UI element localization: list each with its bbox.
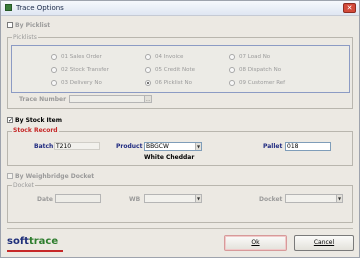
picklist-label-03: 03 Delivery No bbox=[61, 80, 102, 86]
trace-number-input[interactable] bbox=[69, 95, 145, 103]
logo-trace-text: trace bbox=[28, 236, 59, 247]
stock-record-group-title: Stock Record bbox=[12, 127, 59, 134]
picklist-label-01: 01 Sales Order bbox=[61, 54, 102, 60]
picklist-label-06: 06 Picklist No bbox=[155, 80, 192, 86]
docket-label: Docket bbox=[259, 196, 283, 203]
close-icon: ✕ bbox=[346, 4, 353, 12]
batch-label: Batch bbox=[34, 143, 54, 150]
ellipsis-icon: … bbox=[144, 96, 151, 102]
by-stock-item-label: By Stock Item bbox=[15, 117, 62, 124]
date-input[interactable] bbox=[55, 194, 101, 203]
product-label: Product bbox=[116, 143, 143, 150]
picklist-radio-09[interactable] bbox=[229, 80, 235, 86]
logo-soft-text: soft bbox=[7, 236, 29, 247]
chevron-down-icon: ▼ bbox=[195, 143, 201, 150]
picklist-label-02: 02 Stock Transfer bbox=[61, 67, 109, 73]
docket-group-title: Docket bbox=[12, 182, 35, 189]
cancel-button[interactable]: Cancel bbox=[294, 235, 354, 251]
picklist-label-05: 05 Credit Note bbox=[155, 67, 196, 73]
picklist-radio-03[interactable] bbox=[51, 80, 57, 86]
ok-button[interactable]: Ok bbox=[224, 235, 287, 251]
trace-options-window: Trace Options ✕ By Picklist Picklists 01… bbox=[0, 0, 360, 258]
picklist-label-08: 08 Dispatch No bbox=[239, 67, 282, 73]
picklist-options-panel: 01 Sales Order 04 Invoice 07 Load No 02 … bbox=[11, 45, 350, 93]
checkmark-icon: ✓ bbox=[8, 117, 14, 124]
by-picklist-label: By Picklist bbox=[15, 22, 51, 29]
product-description: White Cheddar bbox=[144, 154, 195, 161]
footer-separator bbox=[7, 228, 353, 229]
by-weighbridge-docket-checkbox[interactable] bbox=[7, 173, 13, 179]
by-stock-item-checkbox[interactable]: ✓ bbox=[7, 117, 14, 124]
pallet-label: Pallet bbox=[263, 143, 283, 150]
picklist-radio-01[interactable] bbox=[51, 54, 57, 60]
chevron-down-icon: ▼ bbox=[195, 195, 201, 202]
picklist-radio-05[interactable] bbox=[145, 67, 151, 73]
picklist-label-09: 09 Customer Ref bbox=[239, 80, 286, 86]
picklist-label-07: 07 Load No bbox=[239, 54, 271, 60]
trace-number-lookup-button[interactable]: … bbox=[144, 95, 152, 103]
wb-dropdown[interactable]: ▼ bbox=[144, 194, 202, 203]
by-picklist-checkbox[interactable] bbox=[7, 22, 13, 28]
close-button[interactable]: ✕ bbox=[343, 3, 356, 13]
trace-number-label: Trace Number bbox=[19, 96, 67, 103]
picklists-group-title: Picklists bbox=[12, 34, 38, 41]
picklist-radio-07[interactable] bbox=[229, 54, 235, 60]
picklist-label-04: 04 Invoice bbox=[155, 54, 184, 60]
product-value: BBGCW bbox=[146, 143, 169, 150]
softtrace-logo: softtrace bbox=[7, 236, 58, 247]
picklist-radio-08[interactable] bbox=[229, 67, 235, 73]
by-weighbridge-docket-label: By Weighbridge Docket bbox=[15, 173, 95, 180]
wb-label: WB bbox=[129, 196, 141, 203]
pallet-input[interactable]: 018 bbox=[285, 142, 331, 151]
window-title: Trace Options bbox=[16, 4, 64, 12]
date-label: Date bbox=[37, 196, 53, 203]
chevron-down-icon: ▼ bbox=[336, 195, 342, 202]
picklist-radio-06[interactable] bbox=[145, 80, 151, 86]
ok-button-label: Ok bbox=[251, 239, 260, 246]
logo-underline bbox=[7, 250, 63, 252]
app-icon bbox=[5, 4, 12, 11]
batch-input[interactable]: T210 bbox=[54, 142, 100, 150]
picklist-radio-02[interactable] bbox=[51, 67, 57, 73]
title-bar: Trace Options ✕ bbox=[1, 1, 359, 16]
cancel-button-label: Cancel bbox=[313, 239, 335, 246]
picklist-radio-04[interactable] bbox=[145, 54, 151, 60]
product-dropdown[interactable]: BBGCW ▼ bbox=[144, 142, 202, 151]
docket-group bbox=[7, 185, 353, 223]
docket-dropdown[interactable]: ▼ bbox=[285, 194, 343, 203]
